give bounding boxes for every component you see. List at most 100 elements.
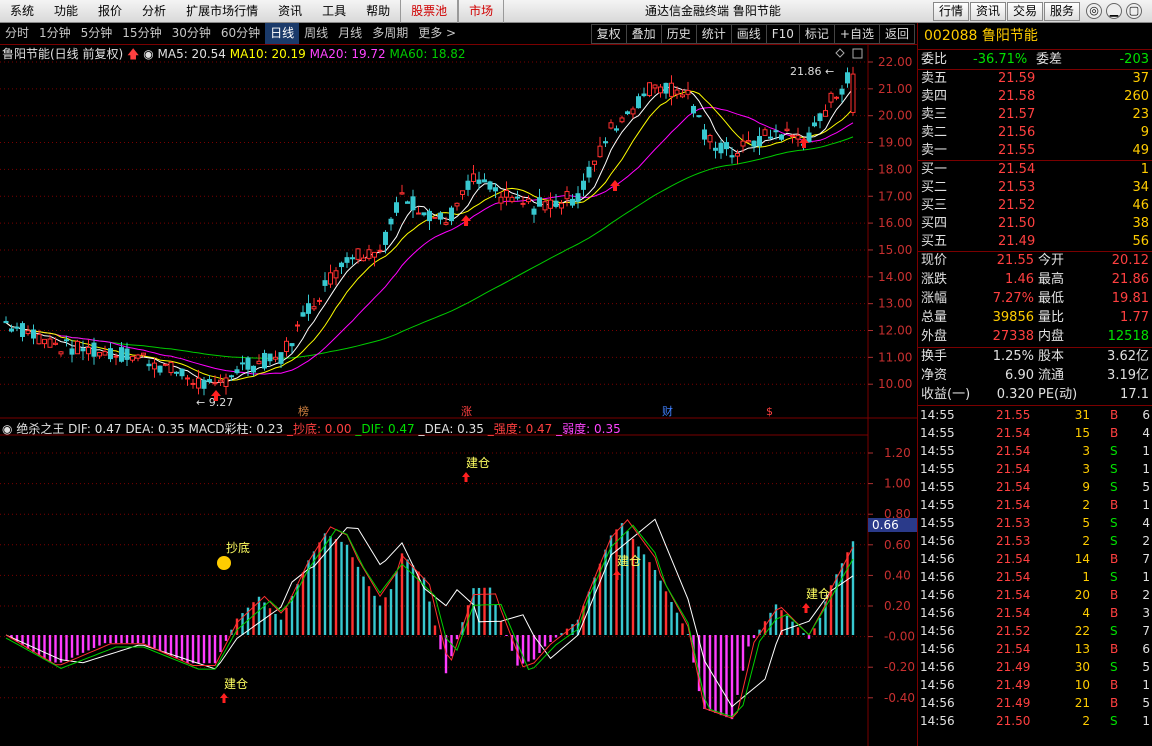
candle	[174, 371, 179, 374]
price-tick-label: 18.00	[878, 162, 912, 176]
candle	[691, 105, 696, 114]
period-5min[interactable]: 5分钟	[76, 23, 118, 44]
period-tick[interactable]: 分时	[0, 23, 34, 44]
tick-volume: 30	[1074, 660, 1090, 674]
menu-market[interactable]: 市场	[458, 0, 505, 23]
period-15min[interactable]: 15分钟	[117, 23, 166, 44]
fund-label: PE(动)	[1038, 387, 1078, 402]
tick-price: 21.50	[996, 714, 1031, 728]
candle	[234, 369, 240, 374]
tick-row: 14:56 21.54 1 S 1	[918, 568, 1152, 586]
tick-row: 14:56 21.49 30 S 5	[918, 658, 1152, 676]
sad-face-icon	[217, 556, 231, 570]
candle	[614, 128, 619, 131]
tick-volume: 22	[1074, 624, 1090, 638]
jiancang-signal: 建仓	[466, 456, 490, 470]
price-tick-label: 22.00	[878, 55, 912, 69]
period-1min[interactable]: 1分钟	[34, 23, 76, 44]
back-button[interactable]: 返回	[878, 24, 915, 44]
mark-button[interactable]: 标记	[798, 24, 835, 44]
tick-list[interactable]: 14:55 21.55 31 B 6 14:55 21.54 15 B 4 14:55 21.54 3 S…	[918, 406, 1152, 730]
quote-button[interactable]: 行情	[933, 2, 970, 21]
tick-volume: 2	[1082, 498, 1090, 512]
candle	[482, 179, 487, 183]
candle	[685, 89, 691, 95]
kline-chart[interactable]: 21.86 ←← 9.27榜涨财 $ 抄底建仓建仓建仓建仓 22.0021.002…	[0, 45, 917, 746]
candle	[520, 202, 526, 205]
candle	[735, 152, 740, 157]
tick-row: 14:56 21.54 13 B 6	[918, 640, 1152, 658]
candle	[75, 340, 80, 355]
candle	[493, 187, 498, 192]
candle	[372, 251, 377, 258]
candle	[207, 379, 212, 382]
candle	[20, 323, 25, 337]
period-weekly[interactable]: 周线	[299, 23, 333, 44]
ma5-path	[5, 85, 854, 384]
period-30min[interactable]: 30分钟	[167, 23, 216, 44]
period-60min[interactable]: 60分钟	[216, 23, 265, 44]
period-multi[interactable]: 多周期	[367, 23, 413, 44]
service-button[interactable]: 服务	[1044, 2, 1081, 21]
candle	[713, 147, 718, 151]
draw-button[interactable]: 画线	[730, 24, 767, 44]
menu-quote[interactable]: 报价	[88, 0, 132, 23]
overlay-button[interactable]: 叠加	[625, 24, 662, 44]
minimize-icon[interactable]: ▁	[1106, 3, 1122, 19]
menu-help[interactable]: 帮助	[356, 0, 400, 23]
menu-function[interactable]: 功能	[44, 0, 88, 23]
sell-level-label: 卖一	[921, 143, 948, 158]
add-watchlist-button[interactable]: +自选	[833, 24, 880, 44]
news-button[interactable]: 资讯	[970, 2, 1007, 21]
tick-row: 14:55 21.55 31 B 6	[918, 406, 1152, 424]
candle	[119, 347, 124, 362]
candle	[196, 377, 201, 389]
menu-tools[interactable]: 工具	[312, 0, 356, 23]
f10-button[interactable]: F10	[765, 24, 800, 44]
candle	[724, 142, 729, 150]
period-monthly[interactable]: 月线	[333, 23, 367, 44]
fund-value: 17.1	[1120, 387, 1149, 402]
target-icon[interactable]: ◎	[1086, 3, 1102, 19]
history-button[interactable]: 历史	[660, 24, 697, 44]
period-daily[interactable]: 日线	[265, 23, 300, 44]
candle	[729, 155, 735, 158]
candle	[460, 190, 465, 195]
sell-level-row: 卖四 21.58 260	[918, 88, 1152, 106]
tick-time: 14:55	[920, 408, 955, 422]
menu-stock-pool[interactable]: 股票池	[400, 0, 459, 23]
trade-button[interactable]: 交易	[1007, 2, 1044, 21]
candle	[680, 94, 685, 98]
menu-system[interactable]: 系统	[0, 0, 44, 23]
settings-circle-icon[interactable]: ◉	[143, 47, 153, 61]
indicator-name[interactable]: 绝杀之王	[16, 422, 64, 436]
fund-label: 收益(一)	[921, 387, 971, 402]
stat-row: 总量 39856 量比 1.77	[918, 309, 1152, 328]
buy-arrow-icon	[220, 693, 228, 703]
tick-side: B	[1110, 552, 1119, 566]
period-more[interactable]: 更多 >	[413, 23, 461, 44]
tick-time: 14:56	[920, 534, 955, 548]
restore-right-button[interactable]: 复权	[590, 24, 627, 44]
settings-circle-icon[interactable]: ◉	[2, 422, 12, 436]
buy-level-label: 买一	[921, 162, 948, 177]
tick-time: 14:56	[920, 552, 955, 566]
candle	[603, 141, 608, 144]
stats-button[interactable]: 统计	[695, 24, 732, 44]
candle	[839, 88, 845, 95]
menu-news[interactable]: 资讯	[268, 0, 312, 23]
candle	[361, 257, 366, 262]
menu-extended-market[interactable]: 扩展市场行情	[176, 0, 268, 23]
jiancang-signal: 建仓	[224, 677, 248, 691]
candle	[25, 330, 31, 335]
price-tick-label: 10.00	[878, 377, 912, 391]
window-icon	[852, 48, 863, 59]
candle	[97, 351, 102, 357]
tick-volume: 21	[1074, 696, 1090, 710]
buy-arrow-icon	[802, 603, 810, 613]
menu-analysis[interactable]: 分析	[132, 0, 176, 23]
candle	[64, 339, 69, 342]
maximize-icon[interactable]: ▢	[1126, 3, 1142, 19]
tick-count: 1	[1142, 570, 1150, 584]
tick-row: 14:55 21.54 3 S 1	[918, 460, 1152, 478]
